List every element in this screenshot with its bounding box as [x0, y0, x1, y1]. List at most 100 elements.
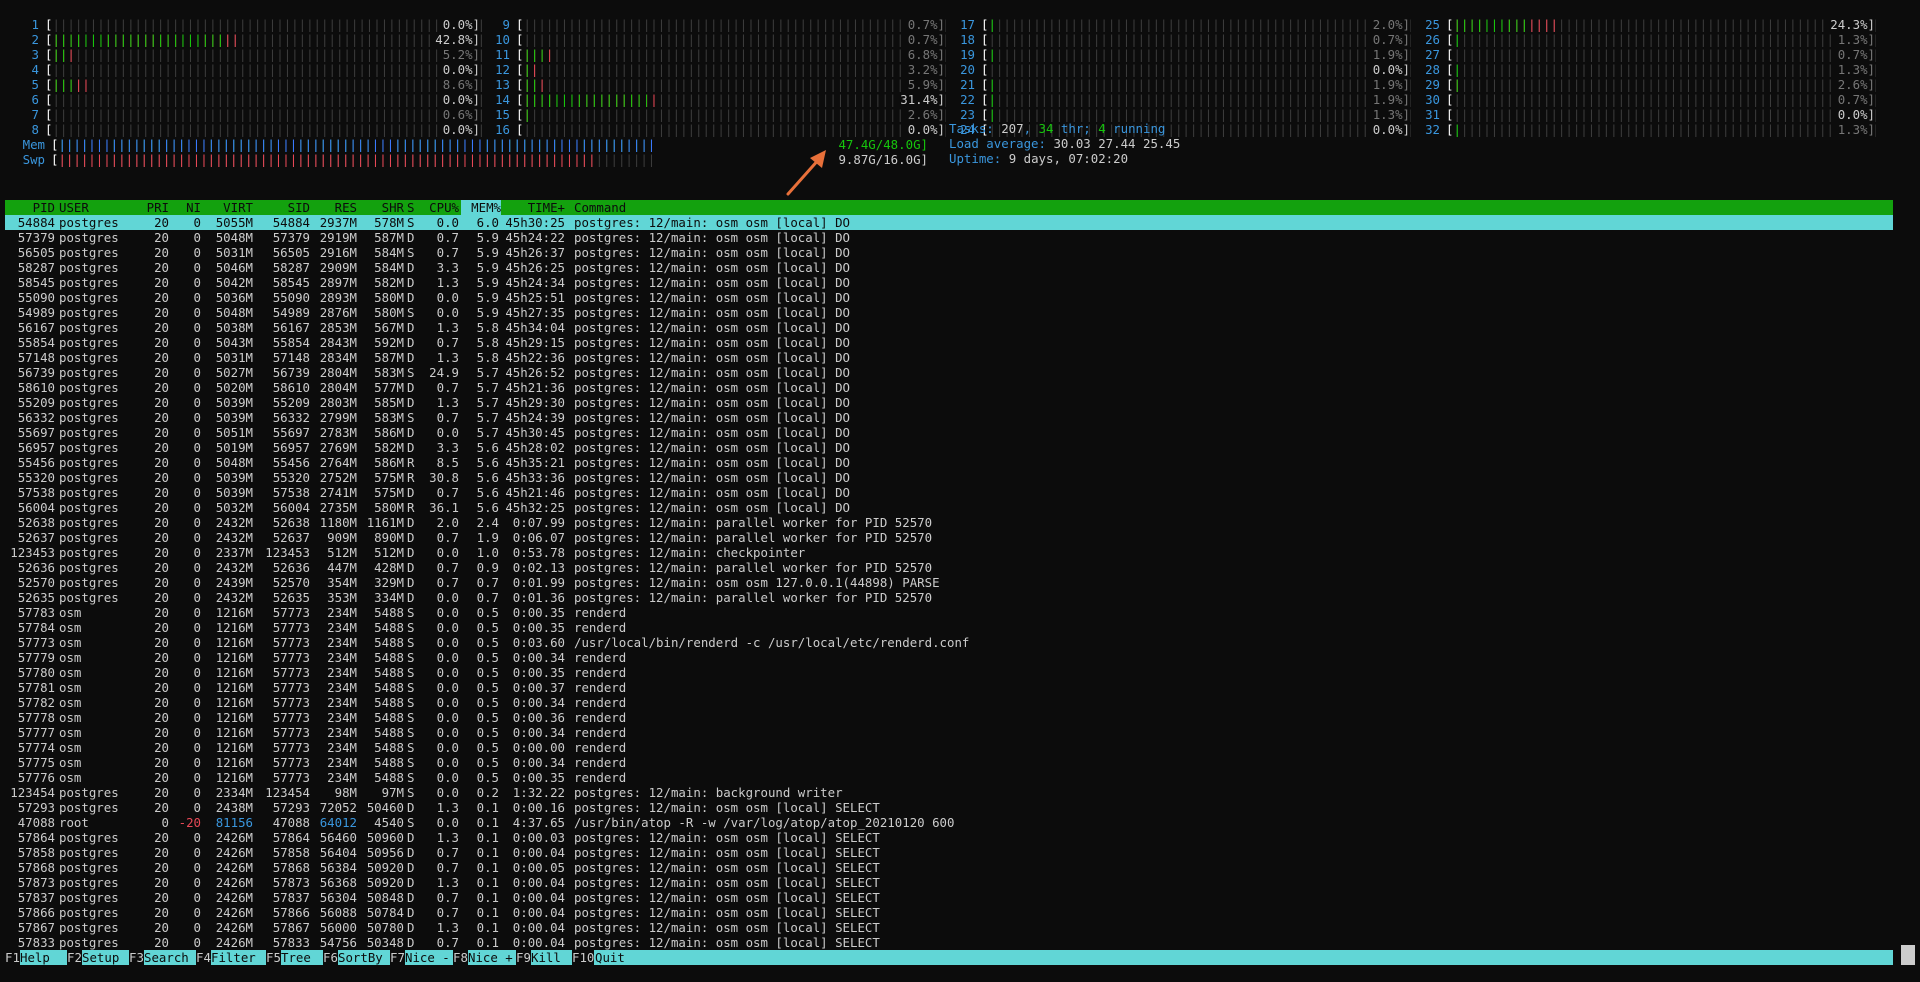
- process-row[interactable]: 57778 osm 20 0 1216M 57773 234M 5488 S 0.0 0.5 0:00…: [5, 710, 1893, 725]
- process-row[interactable]: 57858 postgres 20 0 2426M 57858 56404 50956 D 0.7…: [5, 845, 1893, 860]
- process-row[interactable]: 56505 postgres 20 0 5031M 56505 2916M 584M S 0.7 5…: [5, 245, 1893, 260]
- fkey-f4-label[interactable]: Filter: [211, 950, 256, 965]
- process-row[interactable]: 57868 postgres 20 0 2426M 57868 56384 50920 D 0.7…: [5, 860, 1893, 875]
- process-row[interactable]: 58545 postgres 20 0 5042M 58545 2897M 582M D 1.3 5…: [5, 275, 1893, 290]
- column-header-pid[interactable]: PID: [5, 200, 55, 215]
- column-header-res[interactable]: RES: [312, 200, 357, 215]
- fkey-f10-label[interactable]: Quit: [595, 950, 625, 965]
- fkey-f7[interactable]: F7: [390, 950, 405, 965]
- fkey-f8-label[interactable]: Nice +: [468, 950, 513, 965]
- process-row[interactable]: 52636 postgres 20 0 2432M 52636 447M 428M D 0.7 0.…: [5, 560, 1893, 575]
- process-row[interactable]: 57867 postgres 20 0 2426M 57867 56000 50780 D 1.3…: [5, 920, 1893, 935]
- fkey-f10[interactable]: F10: [572, 950, 595, 965]
- column-header-virt[interactable]: VIRT: [203, 200, 253, 215]
- process-row[interactable]: 57538 postgres 20 0 5039M 57538 2741M 575M D 0.7 5…: [5, 485, 1893, 500]
- process-row[interactable]: 123454 postgres 20 0 2334M 123454 98M 97M S 0.0 0.…: [5, 785, 1893, 800]
- process-row[interactable]: 57833 postgres 20 0 2426M 57833 54756 50348 D 0.7…: [5, 935, 1893, 950]
- cell-pid: 123454: [10, 785, 55, 800]
- cell-res: 2799M: [319, 410, 357, 425]
- process-row[interactable]: 57773 osm 20 0 1216M 57773 234M 5488 S 0.0 0.5 0:03…: [5, 635, 1893, 650]
- fkey-f9-label[interactable]: Kill: [531, 950, 561, 965]
- cell-pri: 20: [154, 485, 169, 500]
- column-header-ni[interactable]: NI: [169, 200, 201, 215]
- column-header-pri[interactable]: PRI: [127, 200, 169, 215]
- fkey-f6[interactable]: F6: [323, 950, 338, 965]
- cell-s: D: [407, 440, 415, 455]
- process-row[interactable]: 57780 osm 20 0 1216M 57773 234M 5488 S 0.0 0.5 0:00…: [5, 665, 1893, 680]
- fkey-f4[interactable]: F4: [196, 950, 211, 965]
- cell-pid: 57379: [17, 230, 55, 245]
- process-row[interactable]: 55090 postgres 20 0 5036M 55090 2893M 580M D 0.0 5…: [5, 290, 1893, 305]
- fkey-f2-label[interactable]: Setup: [82, 950, 119, 965]
- column-header-sid[interactable]: SID: [255, 200, 310, 215]
- process-row[interactable]: 57781 osm 20 0 1216M 57773 234M 5488 S 0.0 0.5 0:00…: [5, 680, 1893, 695]
- cell-pri: 20: [154, 605, 169, 620]
- process-row[interactable]: 57777 osm 20 0 1216M 57773 234M 5488 S 0.0 0.5 0:00…: [5, 725, 1893, 740]
- process-row[interactable]: 54989 postgres 20 0 5048M 54989 2876M 580M S 0.0 5…: [5, 305, 1893, 320]
- process-row[interactable]: 57148 postgres 20 0 5031M 57148 2834M 587M D 1.3 5…: [5, 350, 1893, 365]
- fkey-f2[interactable]: F2: [67, 950, 82, 965]
- fkey-f7-label[interactable]: Nice -: [405, 950, 450, 965]
- process-list[interactable]: 54884 postgres 20 0 5055M 54884 2937M 578M S 0.0 6…: [5, 215, 1893, 950]
- process-row[interactable]: 56739 postgres 20 0 5027M 56739 2804M 583M S 24.9…: [5, 365, 1893, 380]
- process-row[interactable]: 56004 postgres 20 0 5032M 56004 2735M 580M R 36.1…: [5, 500, 1893, 515]
- process-row[interactable]: 47088 root 0 -20 81156 47088 64012 4540 S 0.0 0.1 4…: [5, 815, 1893, 830]
- fkey-f3[interactable]: F3: [129, 950, 144, 965]
- process-row[interactable]: 57782 osm 20 0 1216M 57773 234M 5488 S 0.0 0.5 0:00…: [5, 695, 1893, 710]
- cell-time: 45h21:46: [505, 485, 565, 500]
- process-row[interactable]: 57873 postgres 20 0 2426M 57873 56368 50920 D 1.3…: [5, 875, 1893, 890]
- process-row[interactable]: 57837 postgres 20 0 2426M 57837 56304 50848 D 0.7…: [5, 890, 1893, 905]
- column-header-command[interactable]: Command: [574, 200, 1874, 215]
- cell-s: D: [407, 395, 415, 410]
- process-row[interactable]: 52638 postgres 20 0 2432M 52638 1180M 1161M D 2.0…: [5, 515, 1893, 530]
- process-row[interactable]: 55854 postgres 20 0 5043M 55854 2843M 592M D 0.7 5…: [5, 335, 1893, 350]
- column-header-mem[interactable]: MEM%: [461, 200, 501, 215]
- process-row[interactable]: 55320 postgres 20 0 5039M 55320 2752M 575M R 30.8…: [5, 470, 1893, 485]
- process-row[interactable]: 123453 postgres 20 0 2337M 123453 512M 512M D 0.0…: [5, 545, 1893, 560]
- process-row[interactable]: 52635 postgres 20 0 2432M 52635 353M 334M D 0.0 0.…: [5, 590, 1893, 605]
- process-row[interactable]: 55697 postgres 20 0 5051M 55697 2783M 586M D 0.0 5…: [5, 425, 1893, 440]
- process-table[interactable]: PID USER PRI NI VIRT SID RES SHR S CPU% MEM% TIME+ C…: [5, 200, 1893, 950]
- process-row[interactable]: 57779 osm 20 0 1216M 57773 234M 5488 S 0.0 0.5 0:00…: [5, 650, 1893, 665]
- cell-shr: 50956: [366, 845, 404, 860]
- fkey-f5[interactable]: F5: [266, 950, 281, 965]
- process-row[interactable]: 57864 postgres 20 0 2426M 57864 56460 50960 D 1.3…: [5, 830, 1893, 845]
- process-row[interactable]: 57784 osm 20 0 1216M 57773 234M 5488 S 0.0 0.5 0:00…: [5, 620, 1893, 635]
- process-row[interactable]: 58610 postgres 20 0 5020M 58610 2804M 577M D 0.7 5…: [5, 380, 1893, 395]
- column-header-time[interactable]: TIME+: [499, 200, 565, 215]
- fkey-f1-label[interactable]: Help: [20, 950, 50, 965]
- process-row[interactable]: 57379 postgres 20 0 5048M 57379 2919M 587M D 0.7 5…: [5, 230, 1893, 245]
- process-row[interactable]: 55456 postgres 20 0 5048M 55456 2764M 586M R 8.5 5…: [5, 455, 1893, 470]
- column-header-s[interactable]: S: [407, 200, 419, 215]
- process-row[interactable]: 57293 postgres 20 0 2438M 57293 72052 50460 D 1.3…: [5, 800, 1893, 815]
- cell-sid: 56739: [272, 365, 310, 380]
- process-row[interactable]: 56167 postgres 20 0 5038M 56167 2853M 567M D 1.3 5…: [5, 320, 1893, 335]
- process-row[interactable]: 52637 postgres 20 0 2432M 52637 909M 890M D 0.7 1.…: [5, 530, 1893, 545]
- cell-ni: 0: [193, 335, 201, 350]
- fkey-f1[interactable]: F1: [5, 950, 20, 965]
- process-row[interactable]: 55209 postgres 20 0 5039M 55209 2803M 585M D 1.3 5…: [5, 395, 1893, 410]
- fkey-f3-label[interactable]: Search: [144, 950, 189, 965]
- process-row[interactable]: 57783 osm 20 0 1216M 57773 234M 5488 S 0.0 0.5 0:00…: [5, 605, 1893, 620]
- cell-sid: 57148: [272, 350, 310, 365]
- selected-process-row[interactable]: 54884 postgres 20 0 5055M 54884 2937M 578M S 0.0 6…: [5, 215, 1893, 230]
- process-row[interactable]: 57774 osm 20 0 1216M 57773 234M 5488 S 0.0 0.5 0:00…: [5, 740, 1893, 755]
- process-row[interactable]: 56332 postgres 20 0 5039M 56332 2799M 583M S 0.7 5…: [5, 410, 1893, 425]
- fkey-f5-label[interactable]: Tree: [281, 950, 311, 965]
- cpu-meter-21-bar: ||||||||||||||||||||||||||||||||||||||||…: [988, 77, 1412, 92]
- fkey-f9[interactable]: F9: [516, 950, 531, 965]
- process-row[interactable]: 57776 osm 20 0 1216M 57773 234M 5488 S 0.0 0.5 0:00…: [5, 770, 1893, 785]
- fkey-f8[interactable]: F8: [453, 950, 468, 965]
- process-row[interactable]: 52570 postgres 20 0 2439M 52570 354M 329M D 0.7 0.…: [5, 575, 1893, 590]
- scrollbar[interactable]: [1901, 945, 1915, 965]
- cell-pid: 52636: [17, 560, 55, 575]
- process-row[interactable]: 58287 postgres 20 0 5046M 58287 2909M 584M D 3.3 5…: [5, 260, 1893, 275]
- process-row[interactable]: 56957 postgres 20 0 5019M 56957 2769M 582M D 3.3 5…: [5, 440, 1893, 455]
- fkey-f6-label[interactable]: SortBy: [338, 950, 383, 965]
- process-table-header[interactable]: PID USER PRI NI VIRT SID RES SHR S CPU% MEM% TIME+ C…: [5, 200, 1893, 215]
- process-row[interactable]: 57775 osm 20 0 1216M 57773 234M 5488 S 0.0 0.5 0:00…: [5, 755, 1893, 770]
- column-header-cpu[interactable]: CPU%: [419, 200, 459, 215]
- column-header-shr[interactable]: SHR: [359, 200, 404, 215]
- cpu-meter-2-bar: ||||||||||||||||||||||||||||||||||||||||…: [52, 32, 482, 47]
- process-row[interactable]: 57866 postgres 20 0 2426M 57866 56088 50784 D 0.7…: [5, 905, 1893, 920]
